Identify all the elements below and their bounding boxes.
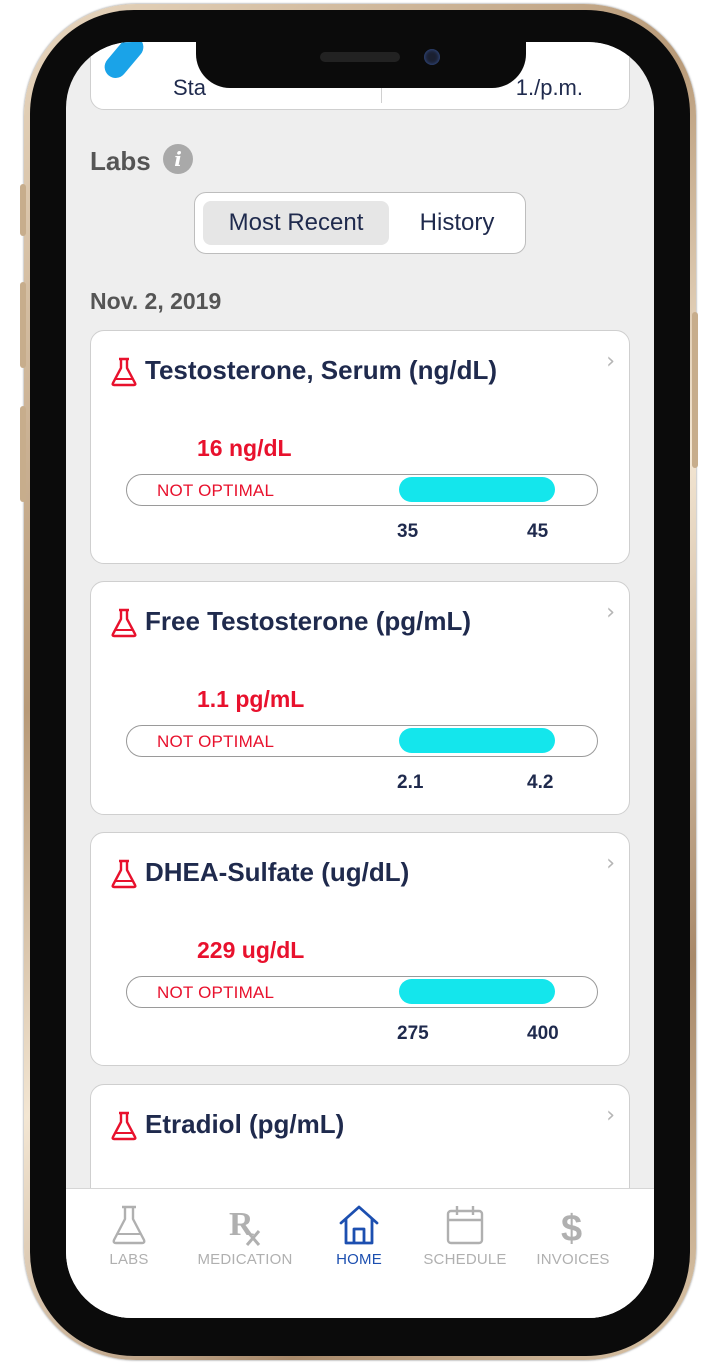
lab-title: Free Testosterone (pg/mL) [145, 606, 472, 636]
tab-label: LABS [109, 1251, 149, 1268]
optimal-range-fill [399, 979, 555, 1004]
flask-icon [111, 859, 137, 889]
tab-most-recent[interactable]: Most Recent [203, 201, 389, 245]
lab-title: DHEA-Sulfate (ug/dL) [145, 857, 410, 887]
start-label: Sta [173, 75, 207, 100]
range-low: 35 [397, 521, 419, 542]
tab-label: SCHEDULE [423, 1251, 507, 1268]
app-screen: Sta 1./p.m. Labs i Most Recent History N… [66, 42, 654, 1318]
tab-label: INVOICES [536, 1251, 610, 1268]
tab-medication[interactable]: R MEDICATION [190, 1203, 300, 1268]
lab-value: 1.1 pg/mL [197, 686, 305, 712]
side-button [20, 184, 26, 236]
bottom-tab-bar: LABS R MEDICATION HOME SCHEDULE $ INVOIC… [66, 1188, 654, 1318]
pill-icon [100, 42, 148, 83]
chevron-right-icon: › [606, 600, 615, 625]
speaker [320, 52, 400, 62]
lab-result-card[interactable]: DHEA-Sulfate (ug/dL) › 229 ug/dL NOT OPT… [90, 832, 630, 1066]
optimal-range-fill [399, 477, 555, 502]
chevron-right-icon: › [606, 851, 615, 876]
results-date: Nov. 2, 2019 [90, 288, 222, 314]
lab-title: Etradiol (pg/mL) [145, 1109, 345, 1139]
calendar-icon [446, 1206, 484, 1245]
flask-icon [111, 608, 137, 638]
svg-text:R: R [229, 1206, 254, 1243]
optimal-range-fill [399, 728, 555, 753]
side-button [20, 406, 26, 502]
range-high: 400 [527, 1023, 559, 1044]
view-toggle: Most Recent History [194, 192, 526, 254]
home-icon [339, 1205, 379, 1245]
tab-label: HOME [336, 1251, 382, 1268]
range-high: 45 [527, 521, 549, 542]
dollar-icon: $ [561, 1208, 582, 1247]
svg-text:$: $ [561, 1208, 582, 1247]
chevron-right-icon: › [606, 1103, 615, 1128]
lab-result-card[interactable]: Free Testosterone (pg/mL) › 1.1 pg/mL NO… [90, 581, 630, 815]
range-status: NOT OPTIMAL [157, 983, 275, 1002]
chevron-right-icon: › [606, 349, 615, 374]
camera [424, 49, 440, 65]
time-label: 1./p.m. [515, 75, 583, 100]
range-bar: NOT OPTIMAL [126, 976, 598, 1008]
flask-icon [112, 1205, 146, 1245]
lab-value: 229 ug/dL [197, 937, 305, 963]
info-icon[interactable]: i [163, 144, 193, 174]
range-high: 4.2 [527, 772, 554, 793]
side-button [20, 282, 26, 368]
range-status: NOT OPTIMAL [157, 481, 275, 500]
section-title-labs: Labs [90, 146, 151, 176]
tab-invoices[interactable]: $ INVOICES [518, 1203, 628, 1268]
side-button [692, 312, 698, 468]
tab-label: MEDICATION [197, 1251, 293, 1268]
range-low: 2.1 [397, 772, 424, 793]
tab-home[interactable]: HOME [304, 1203, 414, 1268]
lab-result-card[interactable]: Testosterone, Serum (ng/dL) › 16 ng/dL N… [90, 330, 630, 564]
lab-value: 16 ng/dL [197, 435, 292, 461]
range-low: 275 [397, 1023, 429, 1044]
range-bar: NOT OPTIMAL [126, 474, 598, 506]
tab-labs[interactable]: LABS [74, 1203, 184, 1268]
tab-history[interactable]: History [399, 201, 515, 245]
tab-schedule[interactable]: SCHEDULE [410, 1203, 520, 1268]
rx-icon: R [229, 1206, 261, 1246]
range-bar: NOT OPTIMAL [126, 725, 598, 757]
range-status: NOT OPTIMAL [157, 732, 275, 751]
lab-title: Testosterone, Serum (ng/dL) [145, 355, 497, 385]
phone-notch [196, 42, 526, 88]
flask-icon [111, 1111, 137, 1141]
flask-icon [111, 357, 137, 387]
